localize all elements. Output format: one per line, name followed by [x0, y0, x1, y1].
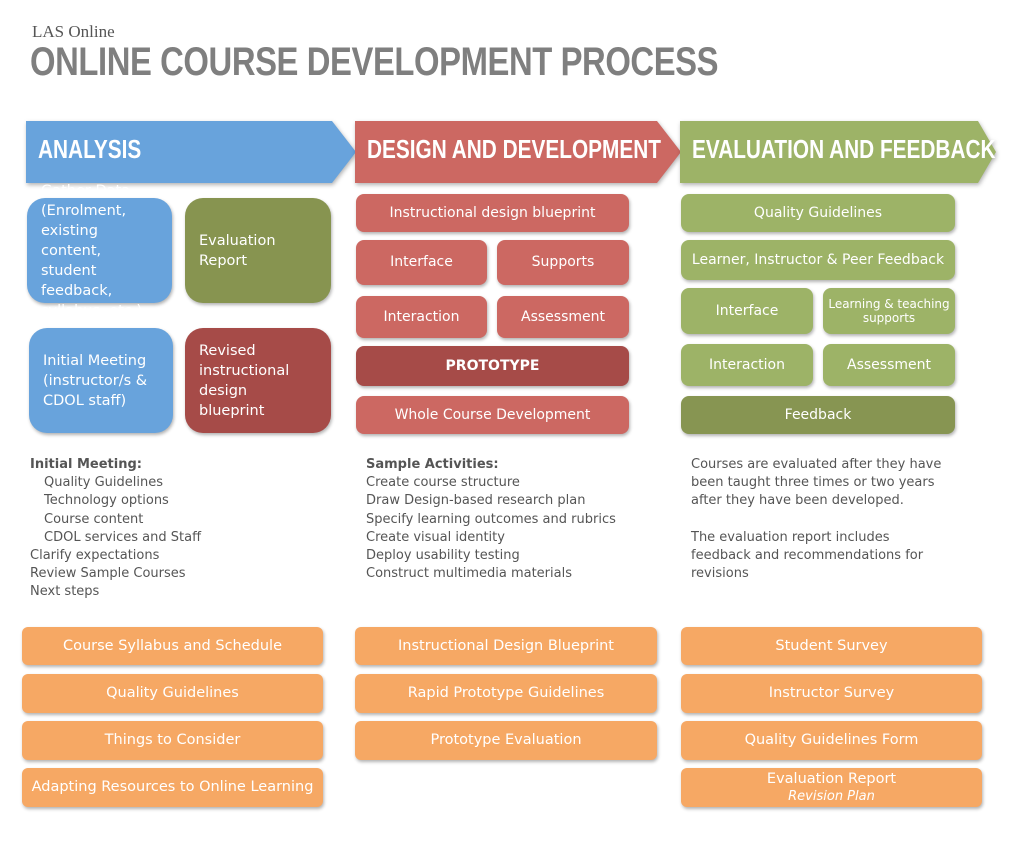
notes-heading: Initial Meeting:	[30, 457, 142, 472]
eval-interface-box: Interface	[681, 288, 813, 334]
resource-rapid-prototype-button[interactable]: Rapid Prototype Guidelines	[355, 674, 657, 713]
evaluation-notes: Courses are evaluated after they have be…	[691, 456, 941, 583]
design-blueprint-box: Instructional design blueprint	[356, 194, 629, 232]
resource-evaluation-report-button[interactable]: Evaluation Report Revision Plan	[681, 768, 982, 807]
resource-sublabel: Revision Plan	[788, 788, 875, 804]
notes-line: Courses are evaluated after they have	[691, 457, 942, 472]
resource-adapting-resources-button[interactable]: Adapting Resources to Online Learning	[22, 768, 323, 807]
phase-title: EVALUATION AND FEEDBACK	[692, 134, 996, 164]
notes-item: Review Sample Courses	[30, 566, 186, 582]
resource-course-syllabus-button[interactable]: Course Syllabus and Schedule	[22, 627, 323, 665]
notes-subitem: CDOL services and Staff	[44, 529, 202, 545]
notes-line: The evaluation report includes	[691, 529, 890, 545]
prototype-box: PROTOTYPE	[356, 346, 629, 386]
design-notes: Sample Activities: Create course structu…	[366, 456, 616, 583]
organization-name: LAS Online	[32, 22, 115, 41]
resource-instructor-survey-button[interactable]: Instructor Survey	[681, 674, 982, 713]
notes-line: revisions	[691, 566, 749, 582]
evaluation-report-box: Evaluation Report	[185, 198, 331, 303]
eval-feedback-sources-box: Learner, Instructor & Peer Feedback	[681, 240, 955, 280]
notes-subitem: Course content	[44, 511, 144, 527]
notes-item: Next steps	[30, 584, 100, 600]
eval-feedback-box: Feedback	[681, 396, 955, 434]
eval-assessment-box: Assessment	[823, 344, 955, 386]
initial-meeting-box: Initial Meeting (instructor/s & CDOL sta…	[29, 328, 173, 433]
notes-item: Deploy usability testing	[366, 548, 520, 564]
notes-subitem: Quality Guidelines	[44, 475, 163, 491]
notes-line: been taught three times or two years	[691, 475, 935, 491]
resource-quality-guidelines-button[interactable]: Quality Guidelines	[22, 674, 323, 713]
notes-item: Create visual identity	[366, 529, 505, 545]
notes-line: feedback and recommendations for	[691, 548, 924, 563]
notes-item: Create course structure	[366, 475, 520, 491]
phase-title: ANALYSIS	[38, 134, 142, 164]
notes-heading: Sample Activities:	[366, 457, 499, 472]
phase-title: DESIGN AND DEVELOPMENT	[367, 134, 661, 164]
resource-label: Evaluation Report	[766, 770, 897, 787]
resource-things-to-consider-button[interactable]: Things to Consider	[22, 721, 323, 760]
phase-banner-design: DESIGN AND DEVELOPMENT	[355, 121, 681, 183]
eval-quality-guidelines-box: Quality Guidelines	[681, 194, 955, 232]
resource-id-blueprint-button[interactable]: Instructional Design Blueprint	[355, 627, 657, 665]
eval-supports-box: Learning & teaching supports	[823, 288, 955, 334]
notes-item: Specify learning outcomes and rubrics	[366, 511, 616, 527]
resource-quality-guidelines-form-button[interactable]: Quality Guidelines Form	[681, 721, 982, 760]
design-interface-box: Interface	[356, 240, 487, 285]
whole-course-development-box: Whole Course Development	[356, 396, 629, 434]
design-supports-box: Supports	[497, 240, 629, 285]
notes-subitem: Technology options	[44, 493, 169, 509]
notes-item: Construct multimedia materials	[366, 566, 572, 582]
analysis-notes: Initial Meeting: Quality Guidelines Tech…	[30, 456, 201, 602]
resource-student-survey-button[interactable]: Student Survey	[681, 627, 982, 665]
phase-banner-evaluation: EVALUATION AND FEEDBACK	[680, 121, 996, 183]
revised-blueprint-box: Revised instructional design blueprint	[185, 328, 331, 433]
eval-interaction-box: Interaction	[681, 344, 813, 386]
notes-item: Clarify expectations	[30, 548, 160, 564]
design-assessment-box: Assessment	[497, 296, 629, 338]
notes-item: Draw Design-based research plan	[366, 493, 586, 509]
gather-data-box: Gather Data (Enrolment, existing content…	[27, 183, 172, 319]
resource-prototype-evaluation-button[interactable]: Prototype Evaluation	[355, 721, 657, 760]
page-title: ONLINE COURSE DEVELOPMENT PROCESS	[30, 40, 719, 84]
phase-banner-analysis: ANALYSIS	[26, 121, 356, 183]
design-interaction-box: Interaction	[356, 296, 487, 338]
notes-line: after they have been developed.	[691, 493, 904, 509]
notes-spacer	[691, 511, 941, 529]
